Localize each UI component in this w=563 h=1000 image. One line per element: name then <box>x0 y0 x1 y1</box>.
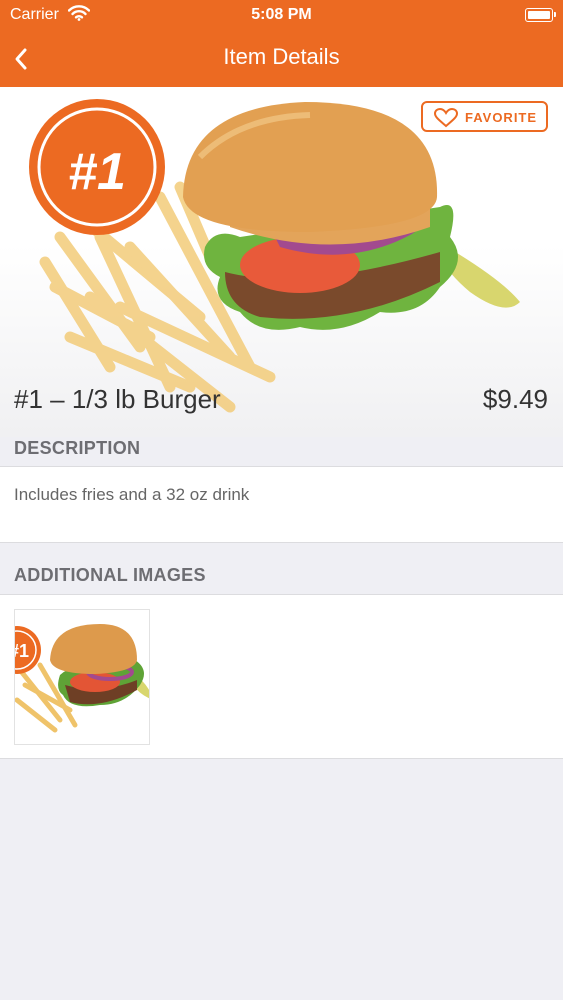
number-one-badge: #1 <box>68 143 126 201</box>
additional-image-thumbnail[interactable]: #1 <box>14 609 150 745</box>
description-cell: Includes fries and a 32 oz drink <box>0 466 563 543</box>
thumbnail-badge: #1 <box>15 641 29 661</box>
favorite-label: FAVORITE <box>465 110 538 125</box>
description-text: Includes fries and a 32 oz drink <box>14 485 250 504</box>
heart-outline-icon <box>434 108 458 128</box>
additional-images-header: ADDITIONAL IMAGES <box>14 565 206 585</box>
status-bar: Carrier 5:08 PM <box>0 0 563 30</box>
page-title: Item Details <box>223 44 340 69</box>
clock: 5:08 PM <box>251 6 312 23</box>
navigation-bar: Item Details <box>0 30 563 87</box>
burger-thumbnail-image: #1 <box>15 624 149 733</box>
favorite-button[interactable]: FAVORITE <box>421 101 548 132</box>
battery-icon <box>525 8 556 22</box>
item-name: #1 – 1/3 lb Burger <box>14 384 221 414</box>
item-price: $9.49 <box>482 384 548 414</box>
description-header: DESCRIPTION <box>14 438 141 458</box>
additional-images-cell: #1 <box>0 594 563 759</box>
